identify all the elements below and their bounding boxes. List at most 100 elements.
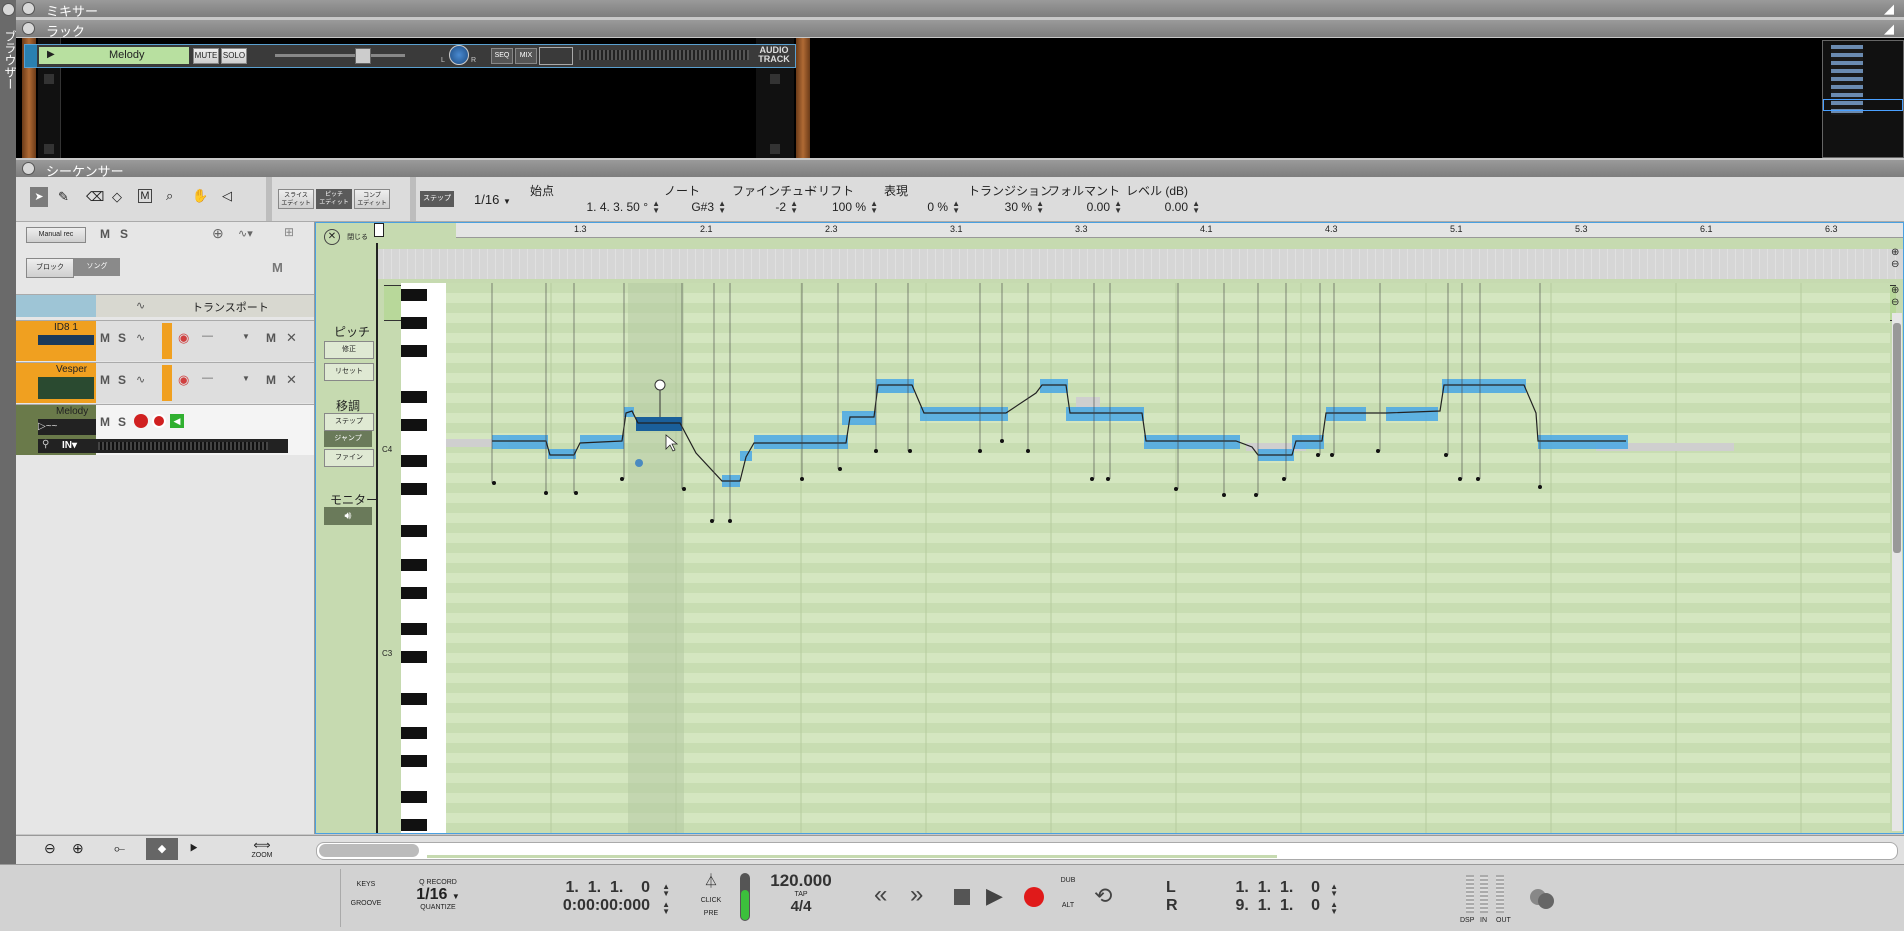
- pencil-tool-icon[interactable]: ✎: [58, 189, 69, 205]
- transpose-fine-button[interactable]: ファイン: [324, 449, 374, 467]
- q-record-button[interactable]: Q RECORD: [400, 879, 476, 886]
- stop-icon[interactable]: [954, 889, 970, 905]
- pan-knob[interactable]: [449, 45, 469, 65]
- rewind-icon[interactable]: «: [874, 881, 887, 909]
- sequencer-editor[interactable]: ✕ 閉じる 1.3 2.1 2.3 3.1 3.3 4.1 4.3 5.1 5.…: [315, 222, 1904, 834]
- comp-edit-button[interactable]: コンプ エディット: [354, 189, 390, 209]
- mute-button[interactable]: M: [100, 331, 110, 345]
- fast-forward-icon[interactable]: »: [910, 881, 923, 909]
- track-name[interactable]: Melody: [56, 406, 88, 417]
- inspector-expression[interactable]: 表現 0 % ▲ ▼: [884, 182, 962, 218]
- inspector-drift[interactable]: ドリフト 100 % ▲ ▼: [806, 182, 880, 218]
- snap-value-select[interactable]: 1/16 ▼: [474, 192, 511, 207]
- zoom-out-icon[interactable]: ⊖: [44, 840, 56, 857]
- keys-button[interactable]: KEYS: [341, 881, 391, 888]
- device-name-display[interactable]: ▶ Melody: [39, 47, 189, 64]
- waveform-button[interactable]: [539, 47, 573, 65]
- mute-tool-icon[interactable]: M: [138, 189, 152, 203]
- automation-icon[interactable]: ∿: [136, 373, 145, 386]
- detach-icon[interactable]: ◢: [1884, 1, 1894, 17]
- mute-all-label[interactable]: M: [100, 227, 110, 241]
- start-value[interactable]: 1. 4. 3. 50 °: [586, 200, 648, 214]
- monitor-speaker-button[interactable]: 🔊︎: [324, 507, 372, 525]
- inspector-transition[interactable]: トランジション 30 % ▲ ▼: [968, 182, 1054, 218]
- mixer-panel-header[interactable]: ミキサー ◢: [16, 0, 1904, 19]
- rack-panel-header[interactable]: ラック ◢: [16, 20, 1904, 39]
- track-id8[interactable]: ID8 1 M S ∿ ◉ — ▼ M ✕: [16, 320, 314, 361]
- solo-button[interactable]: SOLO: [221, 48, 247, 64]
- zoom-in-icon[interactable]: ⊕: [1891, 285, 1899, 296]
- mix-button[interactable]: MIX: [515, 48, 537, 64]
- transpose-jump-button[interactable]: ジャンプ: [324, 431, 372, 447]
- speaker-tool-icon[interactable]: ◁: [222, 188, 232, 204]
- lane-mute-button[interactable]: M: [266, 331, 276, 345]
- automation-icon[interactable]: ∿: [136, 299, 145, 312]
- select-tool-icon[interactable]: ➤: [30, 187, 48, 207]
- solo-button[interactable]: S: [118, 415, 126, 429]
- spin-arrows-icon[interactable]: ▲ ▼: [662, 883, 670, 898]
- collapse-icon[interactable]: [22, 2, 35, 15]
- pitch-edit-button[interactable]: ピッチ エディット: [316, 189, 352, 209]
- solo-button[interactable]: S: [118, 373, 126, 387]
- mute-lane-label[interactable]: M: [272, 260, 283, 275]
- spin-arrows-icon[interactable]: ▲ ▼: [662, 901, 670, 916]
- piano-keyboard[interactable]: [401, 283, 447, 833]
- spin-arrows-icon[interactable]: ▲ ▼: [1330, 883, 1338, 898]
- spin-arrows-icon[interactable]: ▲ ▼: [1114, 200, 1122, 215]
- razor-tool-icon[interactable]: ◇: [112, 189, 122, 205]
- transpose-step-button[interactable]: ステップ: [324, 413, 374, 431]
- automation-icon[interactable]: ∿: [136, 331, 145, 344]
- loop-right-value[interactable]: 9. 1. 1. 0: [1236, 897, 1321, 915]
- record-enable-icon[interactable]: ◉: [178, 330, 189, 346]
- transport-track[interactable]: ∿ トランスポート: [16, 294, 314, 317]
- block-mode-button[interactable]: ブロック: [26, 258, 74, 278]
- spin-arrows-icon[interactable]: ▲ ▼: [1036, 200, 1044, 215]
- position-display[interactable]: 1. 1. 1. 0 0:00:00:000 ▲ ▼ ▲ ▼: [530, 879, 680, 923]
- click-level-slider[interactable]: [740, 873, 750, 921]
- expression-value[interactable]: 0 %: [927, 200, 948, 214]
- track-name[interactable]: ID8 1: [54, 322, 78, 333]
- play-icon[interactable]: ▶: [986, 883, 1003, 909]
- close-icon[interactable]: ✕: [286, 330, 297, 346]
- timeline-ruler[interactable]: 1.3 2.1 2.3 3.1 3.3 4.1 4.3 5.1 5.3 6.1 …: [456, 223, 1903, 238]
- monitor-speaker-icon[interactable]: ◀: [170, 414, 184, 428]
- zoom-in-icon[interactable]: ⊕: [1891, 247, 1899, 258]
- level-value[interactable]: 0.00: [1165, 200, 1188, 214]
- loop-left-value[interactable]: 1. 1. 1. 0: [1236, 879, 1321, 897]
- note-value[interactable]: G#3: [691, 200, 714, 214]
- chevron-down-icon[interactable]: ▼: [242, 374, 250, 383]
- spin-arrows-icon[interactable]: ▲ ▼: [1330, 901, 1338, 916]
- eraser-tool-icon[interactable]: ⌫: [86, 189, 104, 205]
- magnify-tool-icon[interactable]: ⌕: [166, 188, 173, 204]
- rewire-icon[interactable]: [1530, 885, 1556, 911]
- detach-icon[interactable]: ◢: [1884, 21, 1894, 37]
- browser-collapse-icon[interactable]: [2, 3, 15, 16]
- track-vesper[interactable]: Vesper M S ∿ ◉ — ▼ M ✕: [16, 362, 314, 403]
- lane-mute-button[interactable]: M: [266, 373, 276, 387]
- pitch-curves[interactable]: [446, 283, 1890, 833]
- seq-button[interactable]: SEQ: [491, 48, 513, 64]
- navigator-viewport[interactable]: [1823, 99, 1903, 111]
- transport-lane[interactable]: [376, 249, 1903, 279]
- pitch-note-grid[interactable]: [446, 283, 1890, 833]
- inspector-fine-tune[interactable]: ファインチュー -2 ▲ ▼: [732, 182, 816, 218]
- horizontal-scroll-thumb[interactable]: [319, 844, 419, 857]
- position-bars[interactable]: 1. 1. 1. 0: [566, 879, 651, 897]
- fader-handle[interactable]: [355, 48, 371, 64]
- collapse-icon[interactable]: [22, 162, 35, 175]
- zoom-out-icon[interactable]: ⊖: [1891, 259, 1899, 270]
- mute-button[interactable]: MUTE: [193, 48, 219, 64]
- mute-button[interactable]: M: [100, 373, 110, 387]
- grid-icon[interactable]: ⊞: [284, 225, 294, 239]
- metronome-icon[interactable]: ⏃: [696, 871, 726, 891]
- tempo-box[interactable]: 120.000 TAP 4/4: [756, 871, 846, 925]
- song-mode-button[interactable]: ソング: [74, 258, 120, 276]
- pitch-correct-button[interactable]: 修正: [324, 341, 374, 359]
- song-position-marker[interactable]: [374, 223, 384, 237]
- vertical-scroll-thumb[interactable]: [1893, 323, 1901, 553]
- track-name[interactable]: Vesper: [56, 364, 87, 375]
- formant-value[interactable]: 0.00: [1087, 200, 1110, 214]
- automation-icon[interactable]: ∿▾: [238, 227, 253, 240]
- vertical-scrollbar[interactable]: [1892, 313, 1902, 831]
- editor-close-button[interactable]: ✕ 閉じる: [324, 229, 368, 245]
